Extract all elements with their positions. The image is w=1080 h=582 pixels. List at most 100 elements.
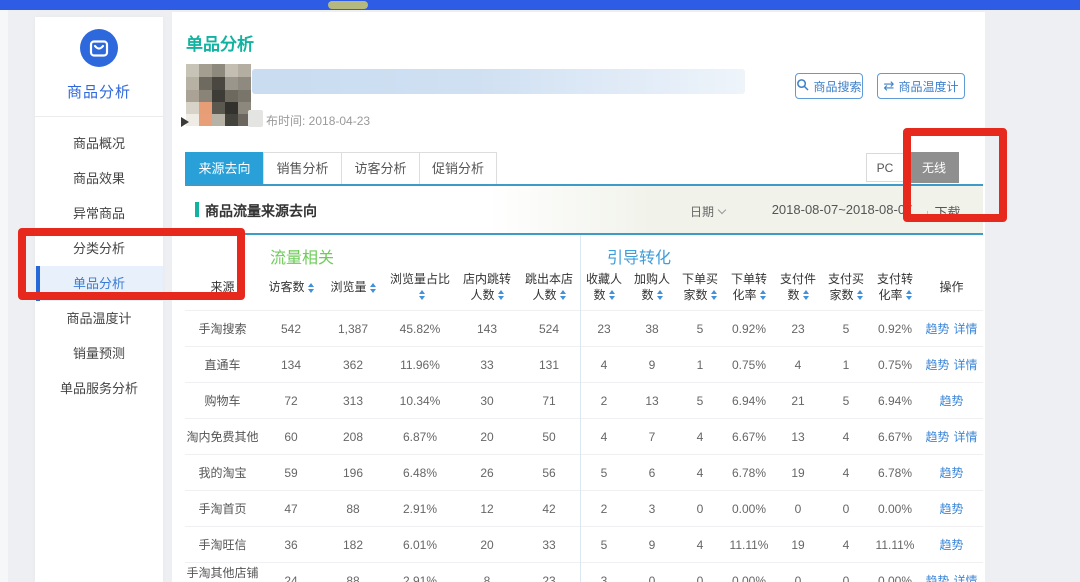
value-cell: 0.92% — [870, 322, 920, 336]
value-cell: 542 — [260, 322, 322, 336]
trend-link[interactable]: 趋势 — [939, 502, 963, 516]
value-cell: 6.78% — [724, 466, 774, 480]
column-header: 浏览量占比 — [384, 272, 456, 303]
value-cell: 143 — [456, 322, 518, 336]
source-cell: 淘内免费其他 — [185, 428, 260, 445]
column-header-label: 跳出本店人数 — [525, 272, 573, 302]
trend-link[interactable]: 趋势 — [925, 322, 949, 336]
value-cell: 2 — [580, 394, 628, 408]
sort-icon[interactable] — [857, 290, 863, 300]
column-header: 店内跳转人数 — [456, 272, 518, 303]
sort-icon[interactable] — [609, 290, 615, 300]
trend-link[interactable]: 趋势 — [939, 538, 963, 552]
product-title-blur — [252, 69, 745, 94]
value-cell: 1,387 — [322, 322, 384, 336]
sidebar-item-0[interactable]: 商品概况 — [35, 126, 163, 161]
sort-icon[interactable] — [803, 290, 809, 300]
trend-link[interactable]: 趋势 — [939, 466, 963, 480]
value-cell: 6.48% — [384, 466, 456, 480]
value-cell: 1 — [676, 358, 724, 372]
sidebar-item-7[interactable]: 单品服务分析 — [35, 371, 163, 406]
product-thermometer-button[interactable]: 商品温度计 — [877, 73, 965, 99]
actions-cell: 趋势详情 — [920, 320, 983, 337]
value-cell: 4 — [676, 538, 724, 552]
sort-icon[interactable] — [560, 290, 566, 300]
sidebar-item-5[interactable]: 商品温度计 — [35, 301, 163, 336]
value-cell: 6.67% — [724, 430, 774, 444]
detail-link[interactable]: 详情 — [954, 430, 978, 444]
actions-cell: 趋势 — [920, 392, 983, 409]
value-cell: 71 — [518, 394, 580, 408]
value-cell: 0 — [628, 574, 676, 582]
value-cell: 38 — [628, 322, 676, 336]
sidebar-item-2[interactable]: 异常商品 — [35, 196, 163, 231]
tab-2[interactable]: 访客分析 — [341, 152, 419, 185]
column-header-label: 操作 — [939, 280, 963, 294]
trend-link[interactable]: 趋势 — [925, 358, 949, 372]
trend-link[interactable]: 趋势 — [925, 574, 949, 582]
actions-cell: 趋势 — [920, 464, 983, 481]
date-range-value[interactable]: 2018-08-07~2018-08-07 — [767, 202, 917, 217]
column-header-label: 收藏人数 — [586, 272, 622, 302]
sort-icon[interactable] — [906, 290, 912, 300]
value-cell: 9 — [628, 538, 676, 552]
sort-icon[interactable] — [370, 283, 376, 293]
actions-cell: 趋势详情 — [920, 572, 983, 582]
source-cell: 手淘搜索 — [185, 320, 260, 337]
top-bar — [0, 0, 1080, 10]
sidebar-item-6[interactable]: 销量预测 — [35, 336, 163, 371]
value-cell: 4 — [676, 430, 724, 444]
value-cell: 21 — [774, 394, 822, 408]
value-cell: 33 — [518, 538, 580, 552]
value-cell: 88 — [322, 574, 384, 582]
sort-icon[interactable] — [711, 290, 717, 300]
source-cell: 直通车 — [185, 356, 260, 373]
value-cell: 208 — [322, 430, 384, 444]
left-margin-strip — [0, 10, 8, 582]
column-header-label: 访客数 — [268, 280, 304, 294]
value-cell: 0 — [676, 574, 724, 582]
value-cell: 2 — [580, 502, 628, 516]
column-group-divider — [580, 235, 581, 582]
value-cell: 26 — [456, 466, 518, 480]
sort-icon[interactable] — [657, 290, 663, 300]
trend-link[interactable]: 趋势 — [939, 394, 963, 408]
play-icon — [181, 117, 189, 127]
date-dropdown-label: 日期 — [690, 205, 714, 219]
value-cell: 134 — [260, 358, 322, 372]
detail-link[interactable]: 详情 — [954, 322, 978, 336]
traffic-source-table: 流量相关 引导转化 来源 访客数 浏览量 浏览量占比 店内跳转人数 跳出本店人数… — [185, 235, 983, 582]
sidebar-item-1[interactable]: 商品效果 — [35, 161, 163, 196]
value-cell: 0.75% — [724, 358, 774, 372]
value-cell: 5 — [580, 466, 628, 480]
value-cell: 11.11% — [724, 538, 774, 552]
sort-icon[interactable] — [419, 290, 425, 300]
column-header: 下单买家数 — [676, 272, 724, 303]
value-cell: 6 — [628, 466, 676, 480]
value-cell: 6.94% — [724, 394, 774, 408]
tab-1[interactable]: 销售分析 — [263, 152, 341, 185]
filter-bar: 商品流量来源去向 日期 2018-08-07~2018-08-07 下载 — [185, 186, 983, 233]
product-thermometer-label: 商品温度计 — [898, 78, 958, 95]
tab-0[interactable]: 来源去向 — [185, 152, 263, 185]
table-row: 购物车7231310.34%307121356.94%2156.94%趋势 — [185, 382, 983, 418]
table-row: 直通车13436211.96%331314910.75%410.75%趋势详情 — [185, 346, 983, 382]
tab-3[interactable]: 促销分析 — [419, 152, 497, 185]
value-cell: 0.75% — [870, 358, 920, 372]
sort-icon[interactable] — [760, 290, 766, 300]
value-cell: 0 — [774, 502, 822, 516]
date-dropdown[interactable]: 日期 — [690, 203, 725, 220]
column-header: 加购人数 — [628, 272, 676, 303]
sidebar-brand[interactable]: 商品分析 — [35, 17, 163, 102]
sidebar-item-label: 销量预测 — [73, 346, 125, 361]
sort-icon[interactable] — [498, 290, 504, 300]
detail-link[interactable]: 详情 — [954, 574, 978, 582]
sort-icon[interactable] — [308, 283, 314, 293]
table-row: 手淘其他店铺商品24882.91%8233000.00%000.00%趋势详情 — [185, 562, 983, 582]
source-cell: 手淘旺信 — [185, 536, 260, 553]
toggle-pc-button[interactable]: PC — [866, 153, 904, 182]
detail-link[interactable]: 详情 — [954, 358, 978, 372]
toggle-pc-label: PC — [877, 161, 894, 175]
trend-link[interactable]: 趋势 — [925, 430, 949, 444]
product-search-button[interactable]: 商品搜索 — [795, 73, 863, 99]
